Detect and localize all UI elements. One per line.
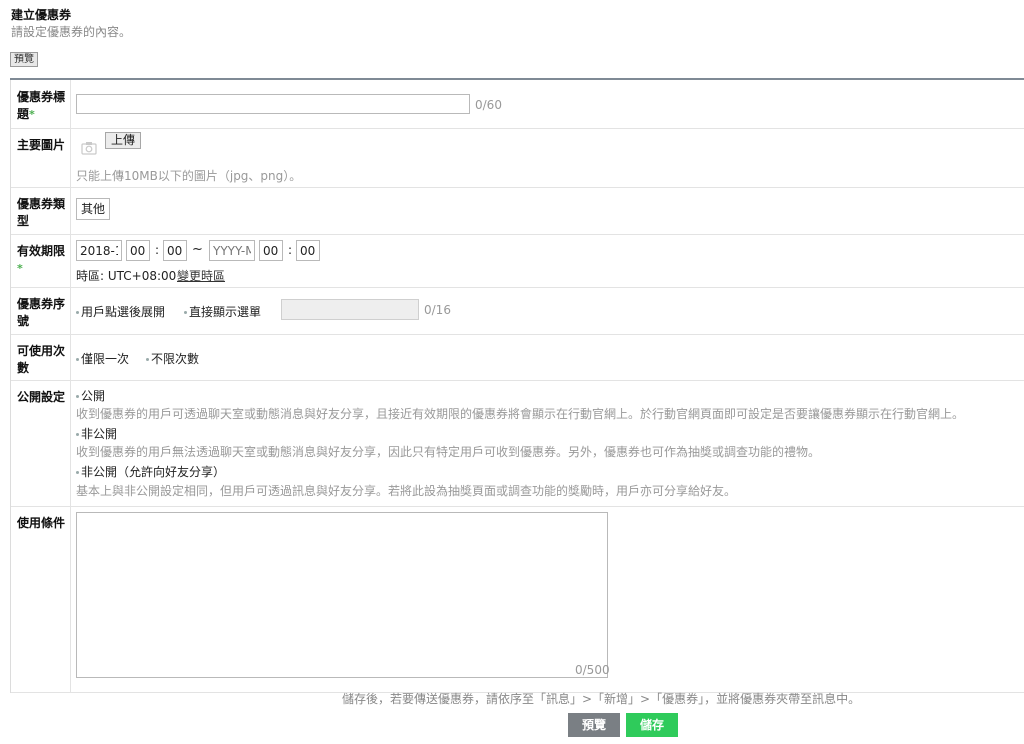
start-hour-input[interactable] — [126, 240, 150, 261]
public-label: 公開設定 — [11, 381, 71, 506]
public-option-private-share[interactable]: 非公開（允許向好友分享） — [76, 463, 225, 480]
coupon-title-input[interactable] — [76, 94, 470, 114]
title-row: 優惠券標題* 0/60 — [11, 80, 1024, 129]
serial-field: 用戶點選後展開 直接顯示選單 0/16 — [71, 288, 1024, 334]
terms-label: 使用條件 — [11, 507, 71, 692]
usage-label: 可使用次數 — [11, 335, 71, 380]
type-label: 優惠券類型 — [11, 188, 71, 234]
private-share-option-desc: 基本上與非公開設定相同，但用戶可透過訊息與好友分享。若將此設為抽獎頁面或調查功能… — [76, 484, 737, 498]
save-button[interactable]: 儲存 — [626, 713, 678, 737]
usage-option-once[interactable]: 僅限一次 — [76, 350, 129, 367]
colon: : — [288, 243, 293, 257]
validity-field: : ~ : 時區: UTC+08:00 變更時區 — [71, 235, 1024, 287]
serial-label: 優惠券序號 — [11, 288, 71, 334]
type-row: 優惠券類型 其他 — [11, 188, 1024, 235]
preview-chip[interactable]: 預覽 — [10, 52, 38, 67]
public-option-desc: 收到優惠券的用戶可透過聊天室或動態消息與好友分享，且接近有效期限的優惠券將會顯示… — [76, 407, 965, 421]
private-option-desc: 收到優惠券的用戶無法透過聊天室或動態消息與好友分享，因此只有特定用戶可收到優惠券… — [76, 445, 821, 459]
radio-icon — [76, 470, 79, 474]
radio-icon — [76, 432, 79, 436]
page-subtitle: 請設定優惠券的內容。 — [11, 25, 132, 39]
public-field: 公開 收到優惠券的用戶可透過聊天室或動態消息與好友分享，且接近有效期限的優惠券將… — [71, 381, 1024, 506]
radio-icon — [146, 357, 149, 361]
usage-option-unlimited[interactable]: 不限次數 — [146, 350, 199, 367]
start-date-input[interactable] — [76, 240, 122, 261]
coupon-form: 優惠券標題* 0/60 主要圖片 上傳 只能上傳10MB以下的圖片（jpg、pn… — [10, 80, 1024, 693]
radio-icon — [76, 310, 79, 314]
upload-button[interactable]: 上傳 — [105, 132, 142, 149]
usage-field: 僅限一次 不限次數 — [71, 335, 1024, 380]
terms-counter: 0/500 — [575, 663, 610, 677]
page-title: 建立優惠券 — [11, 8, 72, 22]
coupon-type-select[interactable]: 其他 — [76, 198, 111, 220]
public-option-public[interactable]: 公開 — [76, 387, 105, 404]
serial-option-expand[interactable]: 用戶點選後展開 — [76, 303, 165, 320]
start-minute-input[interactable] — [163, 240, 187, 261]
terms-field: 0/500 — [71, 507, 1024, 692]
validity-label: 有效期限 * — [11, 235, 71, 287]
public-option-private[interactable]: 非公開 — [76, 425, 117, 442]
required-mark: * — [29, 108, 35, 121]
image-field: 上傳 只能上傳10MB以下的圖片（jpg、png）。 — [71, 129, 1024, 187]
range-separator: ~ — [192, 242, 203, 257]
change-timezone-link[interactable]: 變更時區 — [177, 267, 225, 284]
terms-textarea[interactable] — [76, 512, 608, 678]
terms-row: 使用條件 0/500 — [11, 507, 1024, 693]
image-row: 主要圖片 上傳 只能上傳10MB以下的圖片（jpg、png）。 — [11, 129, 1024, 188]
footer-note: 儲存後，若要傳送優惠券，請依序至「訊息」>「新增」>「優惠券」，並將優惠券夾帶至… — [342, 692, 861, 706]
camera-icon — [81, 141, 97, 158]
public-row: 公開設定 公開 收到優惠券的用戶可透過聊天室或動態消息與好友分享，且接近有效期限… — [11, 381, 1024, 507]
radio-icon — [76, 357, 79, 361]
end-date-input[interactable] — [209, 240, 255, 261]
usage-row: 可使用次數 僅限一次 不限次數 — [11, 335, 1024, 381]
serial-option-direct[interactable]: 直接顯示選單 — [184, 303, 261, 320]
serial-row: 優惠券序號 用戶點選後展開 直接顯示選單 0/16 — [11, 288, 1024, 335]
validity-row: 有效期限* : ~ : 時區: UTC+08:00 變更時區 — [11, 235, 1024, 288]
image-note: 只能上傳10MB以下的圖片（jpg、png）。 — [76, 169, 302, 183]
title-field: 0/60 — [71, 80, 1024, 128]
radio-icon — [184, 310, 187, 314]
radio-icon — [76, 394, 79, 398]
timezone-text: 時區: UTC+08:00 — [76, 269, 177, 283]
required-mark: * — [17, 262, 23, 275]
end-hour-input[interactable] — [259, 240, 283, 261]
serial-input[interactable] — [281, 299, 419, 320]
end-minute-input[interactable] — [296, 240, 320, 261]
title-counter: 0/60 — [475, 98, 502, 112]
type-field: 其他 — [71, 188, 1024, 234]
serial-counter: 0/16 — [424, 303, 451, 317]
colon: : — [155, 243, 160, 257]
image-label: 主要圖片 — [11, 129, 71, 187]
title-label: 優惠券標題* — [11, 80, 71, 128]
preview-button[interactable]: 預覽 — [568, 713, 620, 737]
